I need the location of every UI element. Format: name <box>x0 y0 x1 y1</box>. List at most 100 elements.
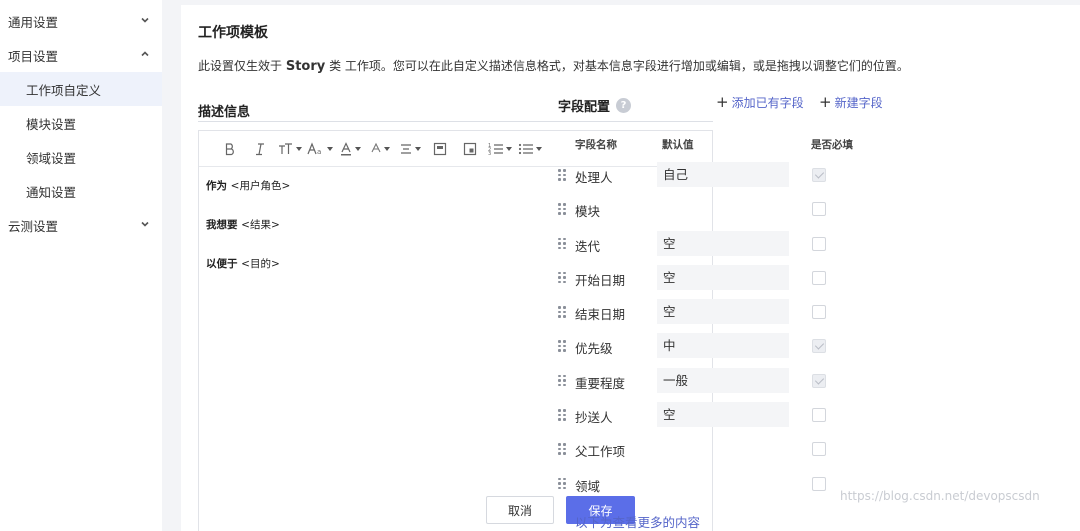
sidebar-item-general-settings[interactable]: 通用设置 <box>0 4 162 38</box>
line-placeholder: <用户角色> <box>230 180 291 192</box>
field-name: 模块 <box>575 204 601 220</box>
required-checkbox[interactable] <box>812 202 826 217</box>
drag-handle-icon[interactable] <box>558 169 566 181</box>
drag-handle-icon[interactable] <box>558 477 566 490</box>
description-section-title: 描述信息 <box>198 105 251 120</box>
sidebar-item-domain-settings[interactable]: 领域设置 <box>0 140 162 174</box>
align-icon[interactable] <box>397 139 423 159</box>
line-placeholder: <目的> <box>241 258 280 270</box>
drag-handle-icon[interactable] <box>558 306 566 318</box>
field-row[interactable]: 迭代 空 <box>555 227 885 261</box>
field-row[interactable]: 优先级 中 <box>555 329 885 363</box>
sidebar-item-label: 领域设置 <box>26 150 77 166</box>
drag-handle-icon[interactable] <box>558 340 566 352</box>
field-default-value[interactable]: 空 <box>657 264 789 290</box>
drag-handle-icon[interactable] <box>558 237 566 250</box>
sidebar-item-label: 通用设置 <box>8 14 59 30</box>
field-name: 重要程度 <box>575 375 626 391</box>
image-icon[interactable] <box>427 139 453 159</box>
field-row[interactable]: 抄送人 空 <box>555 398 885 432</box>
field-name: 处理人 <box>575 170 613 185</box>
field-list: 处理人 自己 模块 迭代空开始日期空结束日期空优先级中重要程度 一般 抄送人空父工作项 领域 <box>555 158 885 501</box>
chevron-down-icon <box>140 15 150 25</box>
field-default-value[interactable]: 自己 <box>657 162 789 187</box>
field-name: 开始日期 <box>575 272 626 288</box>
field-name: 领域 <box>575 478 601 494</box>
field-name: 优先级 <box>575 341 613 357</box>
column-header-required: 是否必填 <box>811 139 853 151</box>
required-checkbox[interactable] <box>812 168 826 182</box>
sidebar-item-project-settings[interactable]: 项目设置 <box>0 38 162 72</box>
italic-icon[interactable] <box>247 139 273 159</box>
required-checkbox[interactable] <box>812 339 826 354</box>
field-name: 迭代 <box>575 238 601 254</box>
add-existing-field-link[interactable]: + 添加已有字段 <box>716 94 804 111</box>
desc-prefix: 此设置仅生效于 <box>198 59 283 73</box>
drag-handle-icon[interactable] <box>558 271 566 284</box>
sidebar-item-workitem-custom[interactable]: 工作项自定义 <box>0 72 162 106</box>
field-row[interactable]: 处理人 自己 <box>555 158 885 192</box>
field-default-value[interactable]: 空 <box>657 230 789 256</box>
line-placeholder: <结果> <box>241 219 280 231</box>
required-checkbox[interactable] <box>812 442 826 457</box>
svg-text:3: 3 <box>488 151 491 156</box>
column-header-default: 默认值 <box>662 139 694 151</box>
unordered-list-icon[interactable] <box>517 139 543 159</box>
field-config-title-text: 字段配置 <box>558 100 611 115</box>
field-name: 结束日期 <box>575 307 626 323</box>
field-row[interactable]: 结束日期 空 <box>555 295 885 329</box>
sidebar-item-notification-settings[interactable]: 通知设置 <box>0 174 162 208</box>
desc-type: Story <box>285 59 326 74</box>
column-header-name: 字段名称 <box>575 139 617 151</box>
field-default-value[interactable]: 空 <box>657 402 789 428</box>
page-description: 此设置仅生效于 Story 类 工作项。您可以在此自定义描述信息格式，对基本信息… <box>198 57 909 74</box>
new-field-link[interactable]: + 新建字段 <box>819 94 883 111</box>
required-checkbox[interactable] <box>812 236 826 251</box>
attachment-icon[interactable] <box>457 139 483 159</box>
sidebar-item-module-settings[interactable]: 模块设置 <box>0 106 162 140</box>
field-row[interactable]: 模块 <box>555 192 885 226</box>
sidebar-item-cloudtest-settings[interactable]: 云测设置 <box>0 208 162 242</box>
sidebar-item-label: 工作项自定义 <box>26 82 102 98</box>
line-label: 我想要 <box>206 219 238 231</box>
sidebar: 通用设置 项目设置 工作项自定义 模块设置 领域设置 通知设置 云测设置 <box>0 0 162 531</box>
chevron-down-icon <box>140 219 150 229</box>
required-checkbox[interactable] <box>812 305 826 320</box>
font-color-icon[interactable] <box>337 139 363 159</box>
sidebar-item-label: 项目设置 <box>8 48 59 64</box>
field-default-value[interactable]: 中 <box>657 333 789 359</box>
desc-suffix: 类 工作项。您可以在此自定义描述信息格式，对基本信息字段进行增加或编辑，或是拖拽… <box>329 59 909 73</box>
field-row[interactable]: 父工作项 <box>555 432 885 466</box>
font-family-icon[interactable]: a <box>307 139 333 159</box>
drag-handle-icon[interactable] <box>558 409 566 421</box>
plus-icon: + <box>716 93 729 111</box>
field-default-value[interactable]: 空 <box>657 299 789 325</box>
drag-handle-icon[interactable] <box>558 203 566 215</box>
drag-handle-icon[interactable] <box>558 374 566 387</box>
divider <box>198 121 713 122</box>
field-default-value[interactable]: 一般 <box>657 367 789 393</box>
cancel-button[interactable]: 取消 <box>486 496 554 524</box>
required-checkbox[interactable] <box>812 373 826 388</box>
sidebar-item-label: 云测设置 <box>8 218 59 234</box>
view-more-link[interactable]: 以下为查看更多的内容 <box>575 512 700 531</box>
plus-icon: + <box>819 93 832 111</box>
required-checkbox[interactable] <box>812 270 826 285</box>
field-default-value <box>657 196 789 221</box>
line-label: 以便于 <box>206 258 238 270</box>
help-icon[interactable]: ? <box>616 98 632 113</box>
drag-handle-icon[interactable] <box>558 443 566 455</box>
ordered-list-icon[interactable]: 123 <box>487 139 513 159</box>
text-size-icon[interactable] <box>277 139 303 159</box>
field-config-title: 字段配置 ? <box>558 96 632 115</box>
field-row[interactable]: 领域 <box>555 467 885 501</box>
field-row[interactable]: 重要程度 一般 <box>555 364 885 398</box>
required-checkbox[interactable] <box>812 476 826 491</box>
highlight-color-icon[interactable] <box>367 139 393 159</box>
field-row[interactable]: 开始日期 空 <box>555 261 885 295</box>
bold-icon[interactable] <box>217 139 243 159</box>
svg-text:a: a <box>317 148 321 156</box>
required-checkbox[interactable] <box>812 408 826 423</box>
chevron-up-icon <box>140 49 150 59</box>
field-name: 父工作项 <box>575 444 626 460</box>
